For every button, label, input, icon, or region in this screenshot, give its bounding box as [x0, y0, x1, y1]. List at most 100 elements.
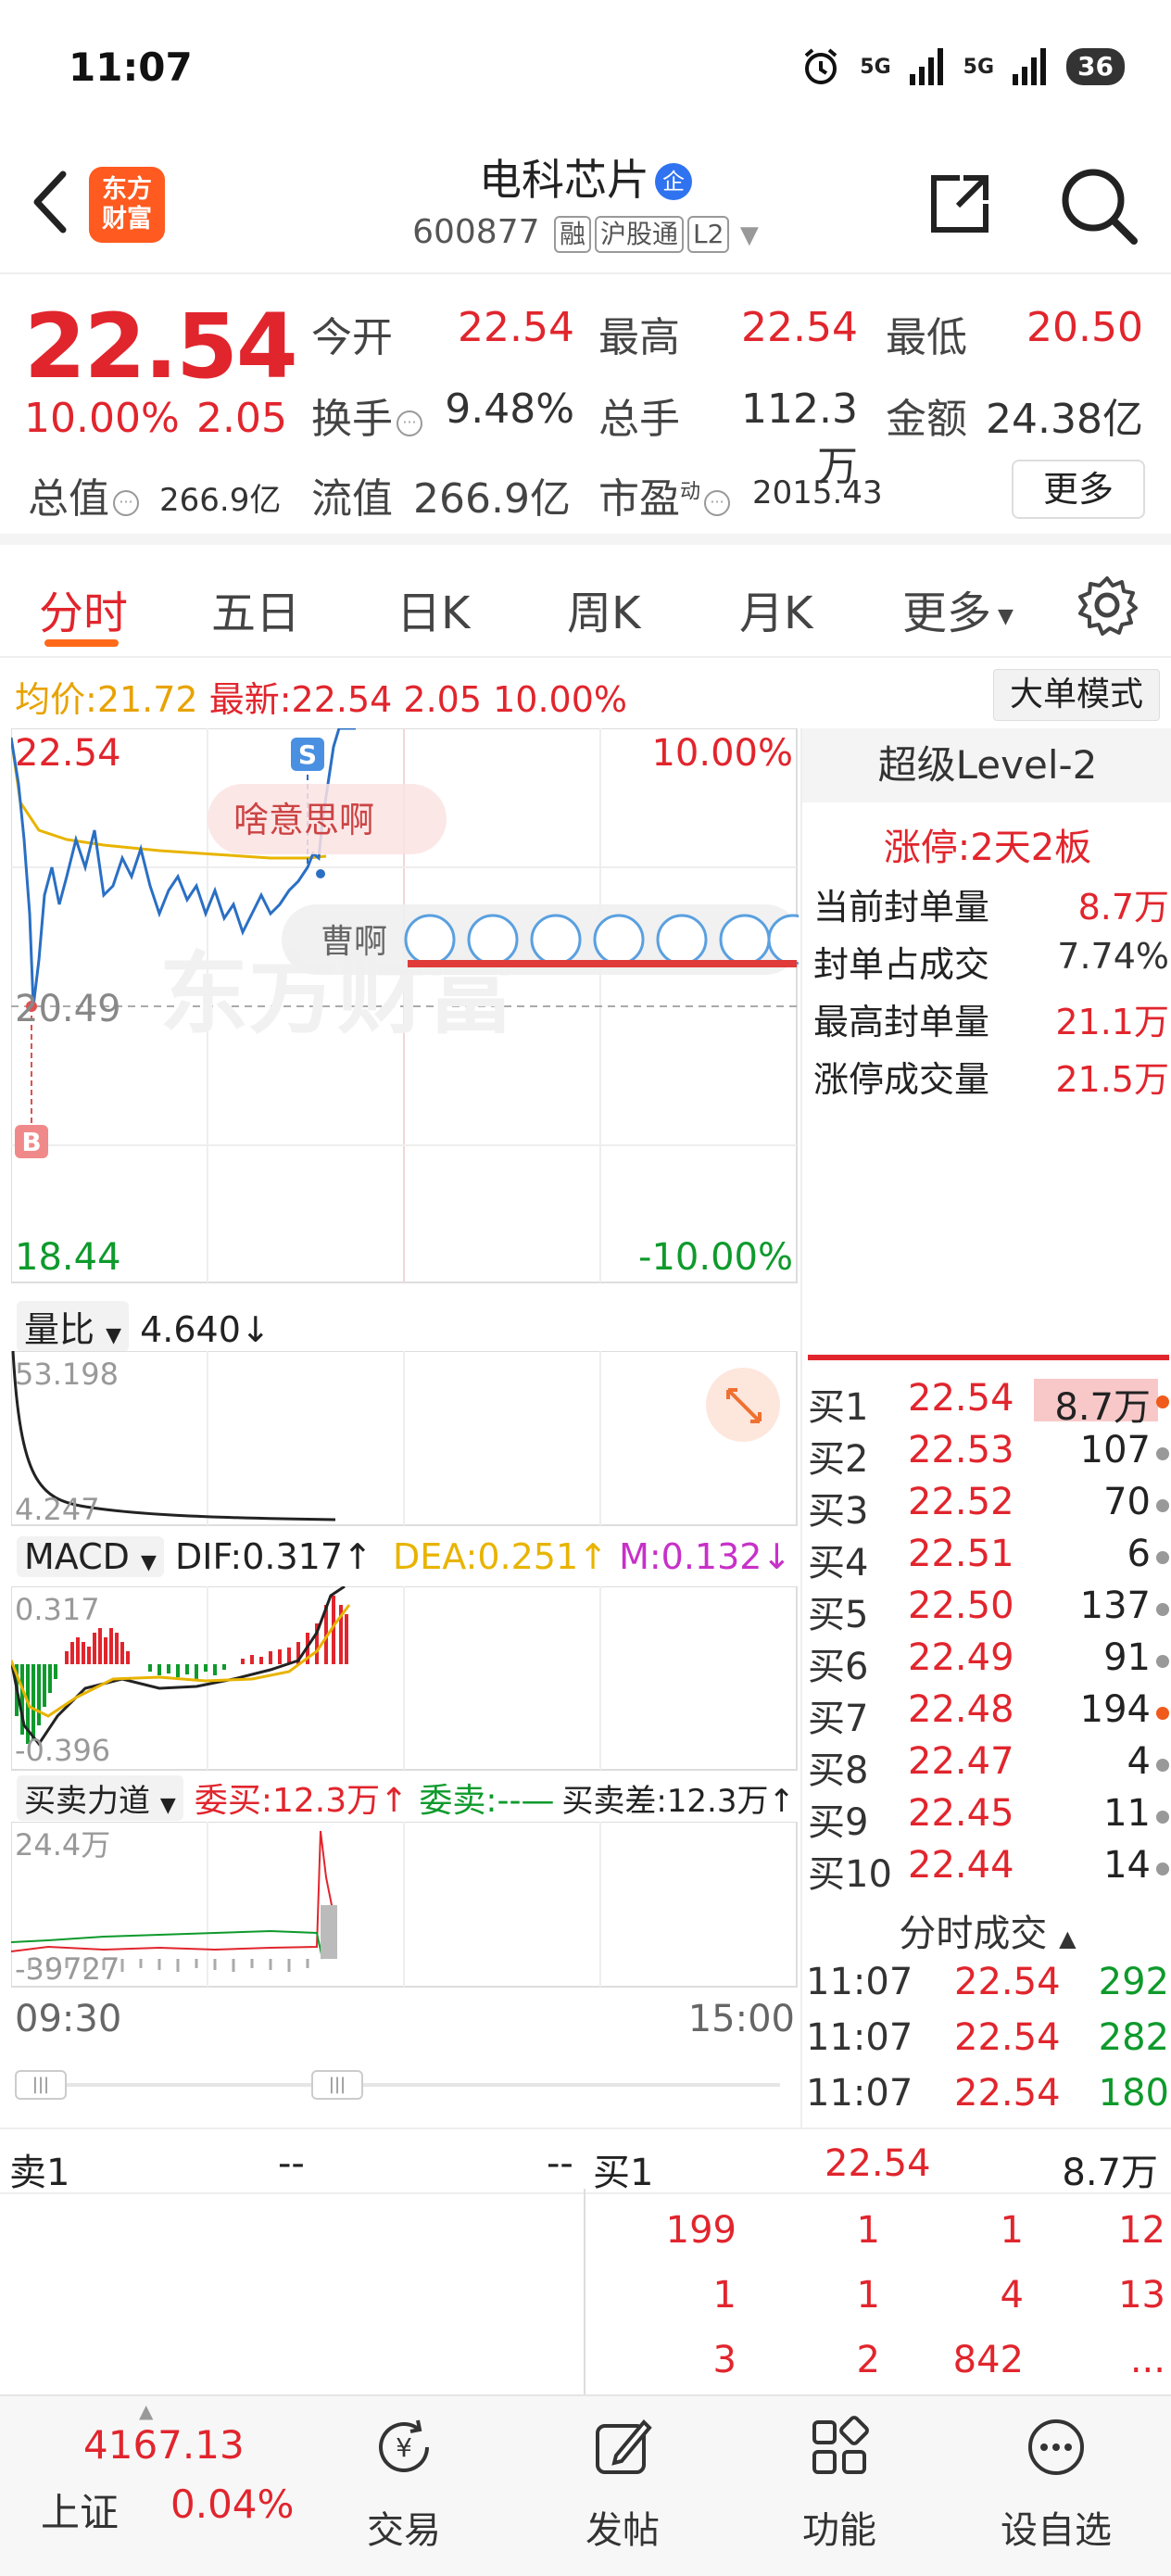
avg-value: 21.72: [96, 679, 198, 720]
macd-top-value: 0.317: [15, 1592, 100, 1627]
chart-area[interactable]: 东方财富 B S 啥意思啊 曹啊 22.54 10.00% 20.49 18.4…: [11, 728, 799, 2118]
bid-row[interactable]: 买5 22.50 137: [808, 1585, 1169, 1636]
bid-volume: 11: [1103, 1792, 1151, 1835]
macd-dea: DEA:0.251↑: [392, 1536, 608, 1577]
bid-row[interactable]: 买8 22.47 4: [808, 1740, 1169, 1792]
nav-post[interactable]: 发帖: [530, 2415, 715, 2554]
info-icon: ···: [704, 490, 731, 516]
vr-top-value: 53.198: [15, 1357, 119, 1392]
sell-marker-label: S: [298, 739, 317, 770]
trade-row: 11:07 22.54 180: [806, 2072, 1169, 2115]
volume-label: 总手: [598, 396, 680, 443]
bid-level: 买4: [808, 1542, 869, 1585]
bid-level: 买10: [808, 1853, 892, 1896]
tag-connect: 沪股通: [595, 216, 685, 253]
macd-chart[interactable]: 0.317 -0.396: [11, 1586, 799, 1772]
bid-row[interactable]: 买1 22.54 8.7万: [808, 1377, 1169, 1429]
stock-header: 东方 财富 电科芯片企 600877 融沪股通 L2 ▼: [0, 139, 1171, 274]
turnover-value: 9.48%: [445, 385, 574, 433]
amount-value: 24.38亿: [986, 396, 1143, 443]
bid-volume: 14: [1103, 1844, 1151, 1887]
bid-row[interactable]: 买3 22.52 70: [808, 1481, 1169, 1533]
trade-row: 11:07 22.54 282: [806, 2016, 1169, 2059]
signal-icon: [909, 48, 943, 85]
volume-ratio-header: 量比 ▼ 4.640↓: [17, 1301, 271, 1352]
nav-add-watchlist[interactable]: 设自选: [963, 2415, 1149, 2554]
bid-row[interactable]: 买7 22.48 194: [808, 1688, 1169, 1740]
bid-price: 22.54: [908, 1377, 1014, 1420]
latest-percent: 10.00%: [493, 679, 628, 720]
macd-m: M:0.132↓: [619, 1536, 792, 1577]
volume-ratio-chart[interactable]: 53.198 4.247: [11, 1351, 799, 1527]
chart-top-pct: 10.00%: [651, 732, 793, 775]
volume-ratio-selector[interactable]: 量比 ▼: [17, 1301, 130, 1352]
time-range-slider[interactable]: ||| |||: [11, 2066, 799, 2103]
big-order-mode-button[interactable]: 大单模式: [993, 669, 1160, 721]
more-button[interactable]: 更多: [1012, 460, 1145, 519]
chart-bottom-price: 18.44: [15, 1236, 121, 1279]
tab-more[interactable]: 更多 ▼: [902, 576, 1014, 641]
bid-row[interactable]: 买10 22.44 14: [808, 1844, 1169, 1896]
period-tabs: 分时 五日 日K 周K 月K 更多 ▼: [0, 556, 1171, 658]
mktcap-label[interactable]: 总值 ···: [28, 465, 139, 524]
comment-bubble-1-text: 啥意思啊: [233, 800, 374, 840]
queue-cell: ...: [1129, 2339, 1165, 2381]
bottom-nav: ▲ 4167.13 上证 0.04% ¥ 交易 发帖 功能 设自选: [0, 2394, 1171, 2576]
chart-top-price: 22.54: [15, 732, 121, 775]
buysell-chart[interactable]: 24.4万 -39727: [11, 1822, 799, 1989]
nav-functions[interactable]: 功能: [747, 2415, 932, 2554]
turnover-label[interactable]: 换手 ···: [311, 385, 422, 445]
l2-row: 最高封单量 21.1万: [813, 1002, 1169, 1042]
buysell-diff: 买卖差:12.3万↑: [561, 1783, 795, 1820]
search-icon[interactable]: [1056, 163, 1140, 246]
tab-five-day[interactable]: 五日: [211, 576, 300, 641]
tab-daily-k[interactable]: 日K: [397, 576, 470, 641]
info-icon: ···: [113, 490, 139, 516]
trade-point: [316, 869, 325, 878]
buysell-selector[interactable]: 买卖力道 ▼: [17, 1775, 183, 1821]
tab-monthly-k[interactable]: 月K: [739, 576, 812, 641]
macd-selector[interactable]: MACD ▼: [17, 1536, 164, 1577]
latest-change: 2.05: [403, 679, 483, 720]
slider-right-handle[interactable]: |||: [311, 2070, 363, 2100]
bid-price: 22.44: [908, 1844, 1014, 1887]
queue-cell: 2: [856, 2339, 880, 2381]
tab-weekly-k[interactable]: 周K: [567, 576, 640, 641]
bid-level: 买2: [808, 1438, 869, 1481]
l2-row: 封单占成交 7.74%: [813, 936, 1169, 985]
bid-volume: 107: [1079, 1429, 1151, 1471]
index-ticker[interactable]: ▲ 4167.13 上证 0.04%: [0, 2396, 306, 2576]
queue-cell: 13: [1118, 2274, 1165, 2317]
status-icons: 5G 5G 36: [800, 46, 1125, 87]
nav-trade[interactable]: ¥ 交易: [311, 2415, 497, 2554]
tab-intraday[interactable]: 分时: [39, 576, 128, 641]
bid-price: 22.45: [908, 1792, 1014, 1835]
bid-volume: 91: [1103, 1636, 1151, 1679]
order-table-column-divider: [584, 2189, 586, 2396]
bid-row[interactable]: 买4 22.51 6: [808, 1533, 1169, 1585]
bid-row[interactable]: 买9 22.45 11: [808, 1792, 1169, 1844]
signal-5g-label-2: 5G: [963, 55, 995, 79]
amount-label: 金额: [886, 396, 967, 443]
bid-row[interactable]: 买2 22.53 107: [808, 1429, 1169, 1481]
bid-volume: 4: [1127, 1740, 1151, 1783]
bid-section-divider: [808, 1355, 1169, 1360]
bid-indicator-dot: [1156, 1499, 1169, 1512]
bid-indicator-dot: [1156, 1395, 1169, 1408]
intraday-chart[interactable]: 东方财富 B S 啥意思啊 曹啊 22.54 10.00% 20.49 18.4…: [11, 728, 799, 1284]
bid-level: 买7: [808, 1698, 869, 1740]
queue-cell: 1: [856, 2274, 880, 2317]
grid-icon: [812, 2416, 869, 2474]
status-time: 11:07: [69, 44, 193, 90]
pe-label[interactable]: 市盈动 ···: [598, 465, 731, 524]
bid-indicator-dot: [1156, 1655, 1169, 1668]
last-price: 22.54: [24, 295, 298, 398]
gear-icon[interactable]: [1075, 573, 1140, 638]
bid-level: 买8: [808, 1749, 869, 1792]
trades-header[interactable]: 分时成交 ▲: [802, 1903, 1171, 1957]
tab-underline: [44, 639, 119, 647]
level2-title[interactable]: 超级Level-2: [802, 728, 1171, 802]
share-icon[interactable]: [923, 167, 997, 241]
bid-row[interactable]: 买6 22.49 91: [808, 1636, 1169, 1688]
slider-left-handle[interactable]: |||: [15, 2070, 67, 2100]
